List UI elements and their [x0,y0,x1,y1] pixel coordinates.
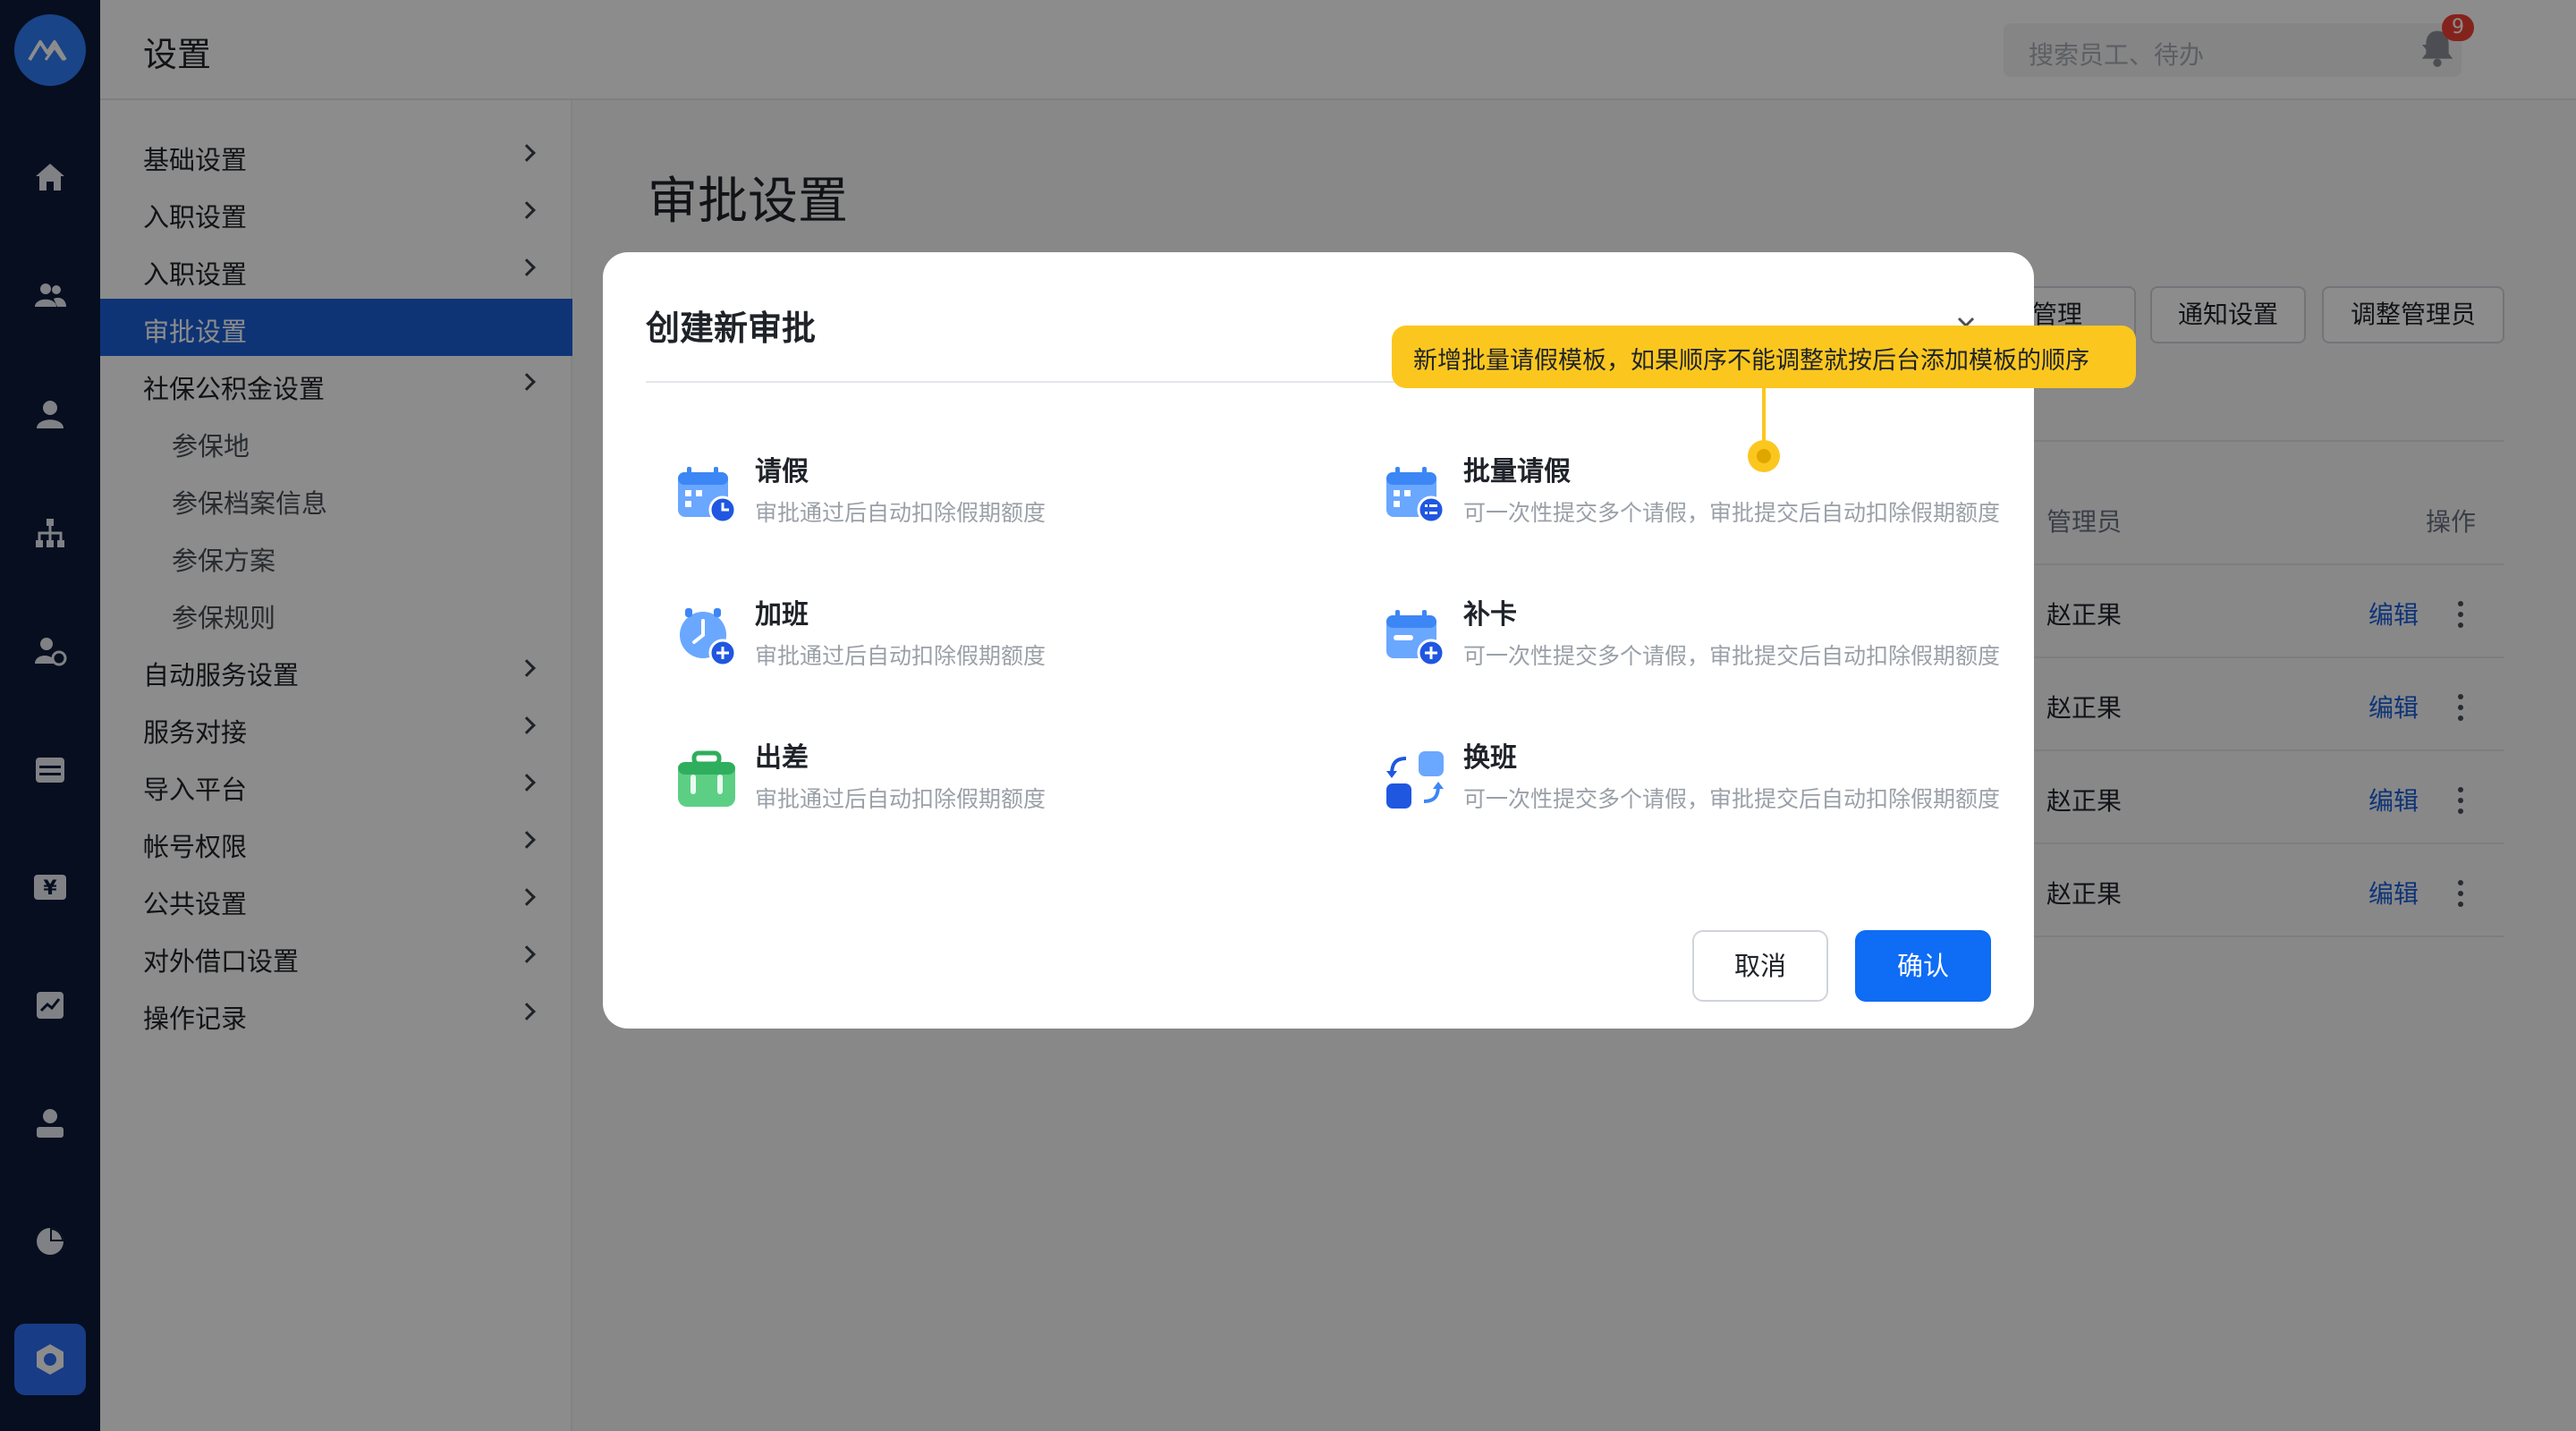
approval-option-punch-card[interactable]: 补卡 可一次性提交多个请假，审批提交后自动扣除假期额度 [1383,592,2027,699]
annotation-text: 新增批量请假模板，如果顺序不能调整就按后台添加模板的顺序 [1413,347,2089,375]
annotation-pointer-line [1762,386,1766,442]
option-name: 补卡 [1463,599,1517,631]
option-name: 换班 [1463,742,1517,774]
punch-card-icon [1383,605,1447,669]
option-description: 审批通过后自动扣除假期额度 [755,500,1046,526]
cancel-button[interactable]: 取消 [1692,930,1828,1002]
annotation-tooltip: 新增批量请假模板，如果顺序不能调整就按后台添加模板的顺序 [1392,326,2136,388]
dialog-title: 创建新审批 [646,309,817,348]
confirm-button[interactable]: 确认 [1855,930,1991,1002]
suitcase-icon [674,748,739,812]
option-description: 审批通过后自动扣除假期额度 [755,786,1046,812]
approval-option-leave[interactable]: 请假 审批通过后自动扣除假期额度 [674,449,1318,556]
option-name: 加班 [755,599,809,631]
option-description: 可一次性提交多个请假，审批提交后自动扣除假期额度 [1463,500,2001,526]
overtime-clock-icon [674,605,739,669]
approval-option-batch-leave[interactable]: 批量请假 可一次性提交多个请假，审批提交后自动扣除假期额度 [1383,449,2027,556]
approval-option-overtime[interactable]: 加班 审批通过后自动扣除假期额度 [674,592,1318,699]
leave-calendar-icon [674,461,739,526]
approval-option-shift-swap[interactable]: 换班 可一次性提交多个请假，审批提交后自动扣除假期额度 [1383,735,2027,843]
option-description: 可一次性提交多个请假，审批提交后自动扣除假期额度 [1463,786,2001,812]
option-name: 请假 [755,456,809,487]
option-description: 可一次性提交多个请假，审批提交后自动扣除假期额度 [1463,643,2001,669]
approval-option-business-trip[interactable]: 出差 审批通过后自动扣除假期额度 [674,735,1318,843]
option-name: 出差 [755,742,809,774]
swap-shift-icon [1383,748,1447,812]
option-name: 批量请假 [1463,456,1571,487]
annotation-pointer-dot [1748,440,1780,472]
batch-leave-icon [1383,461,1447,526]
option-description: 审批通过后自动扣除假期额度 [755,643,1046,669]
